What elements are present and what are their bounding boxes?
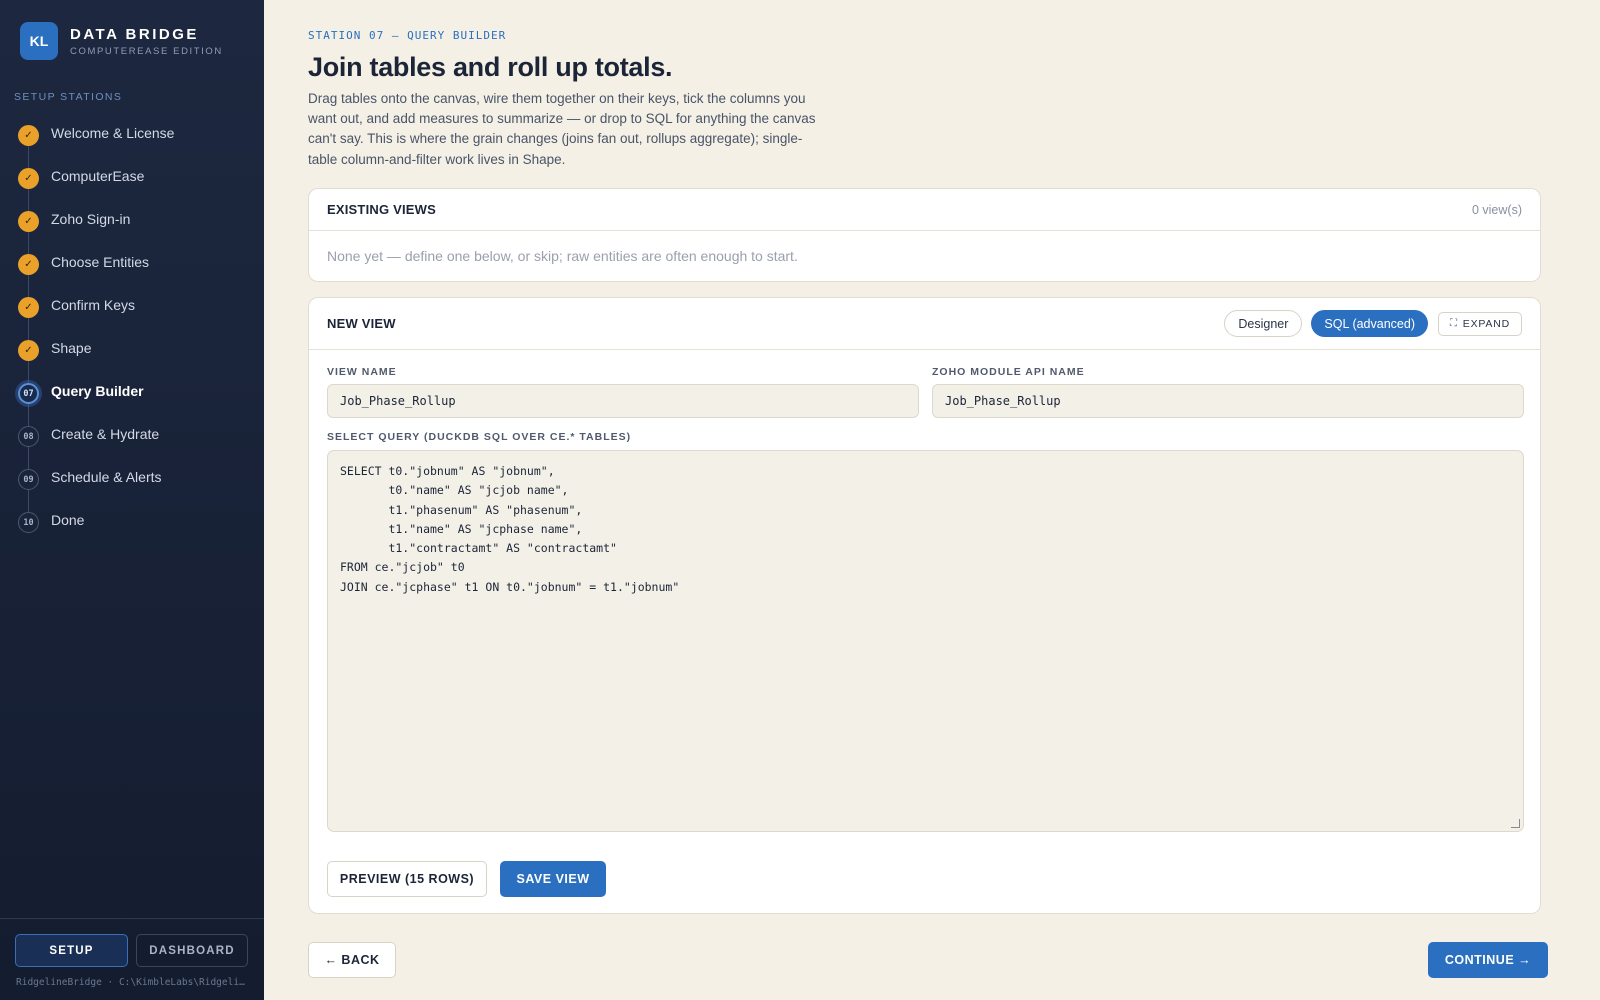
view-name-input[interactable]: Job_Phase_Rollup <box>327 384 919 418</box>
step-label: ComputerEase <box>51 167 145 184</box>
continue-button[interactable]: CONTINUE → <box>1428 942 1548 978</box>
step-number-badge: 09 <box>18 469 39 490</box>
brand-logo: KL <box>20 22 58 60</box>
sql-line: t1."contractamt" AS "contractamt" <box>340 541 617 556</box>
mode-tab-dashboard[interactable]: DASHBOARD <box>136 934 248 967</box>
new-view-title: NEW VIEW <box>327 316 396 331</box>
step-number-badge: 07 <box>18 383 39 404</box>
step-label: Zoho Sign-in <box>51 210 131 227</box>
step-number-badge: 10 <box>18 512 39 533</box>
expand-label: EXPAND <box>1462 317 1510 330</box>
step-choose-entities[interactable]: ✓ Choose Entities <box>0 240 264 283</box>
step-label: Create & Hydrate <box>51 425 160 442</box>
step-check-icon: ✓ <box>18 211 39 232</box>
step-query-builder[interactable]: 07 Query Builder <box>0 369 264 412</box>
page-intro: Drag tables onto the canvas, wire them t… <box>308 91 816 167</box>
existing-views-empty: None yet — define one below, or skip; ra… <box>327 248 798 264</box>
step-confirm-keys[interactable]: ✓ Confirm Keys <box>0 283 264 326</box>
step-check-icon: ✓ <box>18 297 39 318</box>
step-welcome-license[interactable]: ✓ Welcome & License <box>0 111 264 154</box>
step-label: Welcome & License <box>51 124 175 141</box>
sidebar: KL DATA BRIDGE COMPUTEREASE EDITION SETU… <box>0 0 264 1000</box>
views-count: 0 view(s) <box>1471 202 1522 217</box>
step-schedule-alerts[interactable]: 09 Schedule & Alerts <box>0 455 264 498</box>
step-create-hydrate[interactable]: 08 Create & Hydrate <box>0 412 264 455</box>
step-label: Choose Entities <box>51 253 150 270</box>
brand-subtitle: COMPUTEREASE EDITION <box>70 45 223 57</box>
save-view-button[interactable]: SAVE VIEW <box>500 861 606 897</box>
sql-line: JOIN ce."jcphase" t1 ON t0."jobnum" = t1… <box>340 579 680 594</box>
sidebar-section-label: SETUP STATIONS <box>14 91 123 103</box>
page-title: Join tables and roll up totals. <box>308 52 673 82</box>
step-shape[interactable]: ✓ Shape <box>0 326 264 369</box>
sql-line: t1."name" AS "jcphase name", <box>340 521 583 536</box>
step-done[interactable]: 10 Done <box>0 498 264 541</box>
resize-grip-icon[interactable] <box>1511 819 1520 828</box>
expand-button[interactable]: ⛶ EXPAND <box>1437 311 1522 336</box>
sql-line: FROM ce."jcjob" t0 <box>340 560 465 575</box>
designer-mode-button[interactable]: Designer <box>1224 310 1303 337</box>
sql-mode-button[interactable]: SQL (advanced) <box>1311 310 1428 337</box>
editor-mode-controls: Designer SQL (advanced) ⛶ EXPAND <box>1224 310 1522 337</box>
view-name-label: VIEW NAME <box>327 366 397 378</box>
new-view-header: NEW VIEW Designer SQL (advanced) ⛶ EXPAN… <box>309 298 1540 350</box>
station-eyebrow: STATION 07 — QUERY BUILDER <box>308 29 507 42</box>
step-number-badge: 08 <box>18 426 39 447</box>
back-button[interactable]: ← BACK <box>308 942 396 978</box>
sql-line: t0."name" AS "jcjob name", <box>340 483 569 498</box>
existing-views-title: EXISTING VIEWS <box>327 202 436 217</box>
sidebar-footer: SETUP DASHBOARD RidgelineBridge · C:\Kim… <box>0 918 264 988</box>
step-check-icon: ✓ <box>18 254 39 275</box>
step-label: Schedule & Alerts <box>51 468 162 485</box>
preview-button[interactable]: PREVIEW (15 ROWS) <box>327 861 487 897</box>
step-label: Confirm Keys <box>51 296 136 313</box>
brand: KL DATA BRIDGE COMPUTEREASE EDITION <box>20 22 223 60</box>
new-view-card: NEW VIEW Designer SQL (advanced) ⛶ EXPAN… <box>308 297 1541 914</box>
expand-icon: ⛶ <box>1449 318 1458 329</box>
setup-steps: ✓ Welcome & License ✓ ComputerEase ✓ Zoh… <box>0 111 264 541</box>
step-computerease[interactable]: ✓ ComputerEase <box>0 154 264 197</box>
step-check-icon: ✓ <box>18 340 39 361</box>
existing-views-header: EXISTING VIEWS 0 view(s) <box>309 189 1540 231</box>
step-check-icon: ✓ <box>18 125 39 146</box>
sql-line: SELECT t0."jobnum" AS "jobnum", <box>340 464 555 478</box>
mode-tab-setup[interactable]: SETUP <box>15 934 128 967</box>
step-label: Shape <box>51 339 92 356</box>
step-label: Query Builder <box>51 382 144 399</box>
install-path: RidgelineBridge · C:\KimbleLabs\Ridgelin… <box>16 977 248 988</box>
api-name-label: ZOHO MODULE API NAME <box>932 366 1085 378</box>
api-name-input[interactable]: Job_Phase_Rollup <box>932 384 1524 418</box>
step-check-icon: ✓ <box>18 168 39 189</box>
sql-editor[interactable]: SELECT t0."jobnum" AS "jobnum", t0."name… <box>327 450 1524 832</box>
existing-views-card: EXISTING VIEWS 0 view(s) None yet — defi… <box>308 188 1541 282</box>
step-zoho-sign-in[interactable]: ✓ Zoho Sign-in <box>0 197 264 240</box>
mode-tabs: SETUP DASHBOARD <box>15 934 248 967</box>
select-query-label: SELECT QUERY (DUCKDB SQL OVER CE.* TABLE… <box>327 431 632 443</box>
brand-title: DATA BRIDGE <box>70 25 199 43</box>
sql-line: t1."phasenum" AS "phasenum", <box>340 502 583 517</box>
step-label: Done <box>51 511 85 528</box>
